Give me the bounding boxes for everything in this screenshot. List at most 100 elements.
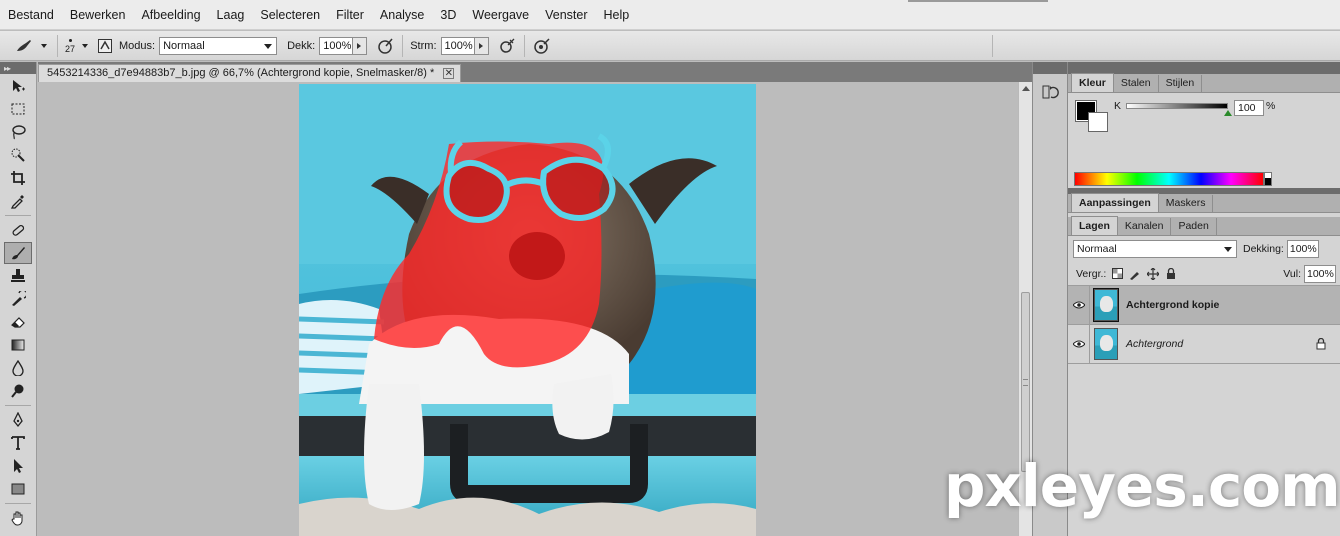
move-tool-icon[interactable] (4, 75, 32, 97)
layer-name[interactable]: Achtergrond kopie (1126, 299, 1219, 311)
lock-position-icon[interactable] (1146, 267, 1160, 281)
tab-kanalen[interactable]: Kanalen (1118, 218, 1172, 235)
layers-options: Normaal Dekking: 100% (1068, 236, 1340, 262)
document-tab-bar: 5453214336_d7e94883b7_b.jpg @ 66,7% (Ach… (38, 62, 1032, 82)
close-icon[interactable]: ✕ (443, 68, 455, 79)
k-slider[interactable] (1126, 103, 1228, 109)
menu-venster[interactable]: Venster (537, 0, 595, 30)
lock-pixels-icon[interactable] (1128, 267, 1142, 281)
brush-dot-icon (68, 39, 72, 42)
scrollbar-grip (1023, 379, 1028, 386)
toolbox: ▸▸ (0, 62, 37, 536)
blur-tool-icon[interactable] (4, 357, 32, 379)
crop-tool-icon[interactable] (4, 167, 32, 189)
background-color-swatch[interactable] (1088, 112, 1108, 132)
brush-size-picker[interactable]: 27 (65, 37, 75, 54)
pen-tool-icon[interactable] (4, 409, 32, 431)
pressure-opacity-icon[interactable] (373, 34, 397, 58)
menu-weergave[interactable]: Weergave (464, 0, 537, 30)
brush-panel-toggle-icon[interactable] (93, 34, 117, 58)
brush-tool-icon[interactable] (4, 242, 32, 264)
k-slider-handle[interactable] (1224, 110, 1232, 116)
layer-name[interactable]: Achtergrond (1126, 338, 1183, 350)
path-selection-tool-icon[interactable] (4, 455, 32, 477)
menu-help[interactable]: Help (596, 0, 638, 30)
watermark: pxleyes.com (944, 452, 1340, 520)
dock-strip-header[interactable] (1033, 62, 1067, 74)
scroll-up-arrow-icon[interactable] (1022, 86, 1030, 91)
tab-stalen[interactable]: Stalen (1114, 75, 1159, 92)
layer-opacity-input[interactable]: 100% (1286, 240, 1319, 258)
history-brush-tool-icon[interactable] (4, 288, 32, 310)
menu-afbeelding[interactable]: Afbeelding (133, 0, 208, 30)
scrollbar-thumb[interactable] (1021, 292, 1030, 472)
layer-opacity-label: Dekking: (1243, 243, 1284, 255)
toolbox-divider (5, 405, 31, 406)
toolbox-header[interactable]: ▸▸ (0, 62, 36, 74)
brush-preset-caret-icon[interactable] (41, 43, 47, 48)
tab-stijlen[interactable]: Stijlen (1159, 75, 1203, 92)
tab-kleur[interactable]: Kleur (1071, 73, 1114, 92)
tab-lagen[interactable]: Lagen (1071, 216, 1118, 235)
options-divider (402, 34, 404, 57)
lock-all-icon[interactable] (1164, 267, 1178, 281)
tab-paden[interactable]: Paden (1171, 218, 1217, 235)
layer-row-achtergrond-kopie[interactable]: Achtergrond kopie (1068, 285, 1340, 325)
history-panel-icon[interactable] (1037, 79, 1063, 105)
brush-size-caret-icon[interactable] (82, 43, 89, 48)
opacity-input[interactable]: 100% (319, 36, 354, 55)
lock-transparency-icon[interactable] (1110, 267, 1124, 281)
visibility-eye-icon[interactable] (1068, 285, 1090, 325)
menu-bewerken[interactable]: Bewerken (62, 0, 134, 30)
dodge-tool-icon[interactable] (4, 380, 32, 402)
menu-laag[interactable]: Laag (209, 0, 253, 30)
options-divider (523, 34, 525, 57)
airbrush-icon[interactable] (495, 34, 519, 58)
options-divider (57, 34, 58, 57)
healing-brush-tool-icon[interactable] (4, 219, 32, 241)
fill-label: Vul: (1283, 267, 1301, 280)
gradient-tool-icon[interactable] (4, 334, 32, 356)
opacity-slider-arrow-icon[interactable] (353, 36, 368, 55)
lasso-tool-icon[interactable] (4, 121, 32, 143)
layer-row-achtergrond[interactable]: Achtergrond (1068, 324, 1340, 364)
hand-tool-icon[interactable] (4, 507, 32, 529)
collapse-chevron-icon[interactable]: ▸▸ (4, 64, 11, 73)
brush-preset-icon[interactable] (12, 34, 36, 58)
document-tab[interactable]: 5453214336_d7e94883b7_b.jpg @ 66,7% (Ach… (38, 64, 462, 82)
toolbox-divider (5, 503, 31, 504)
mode-select[interactable]: Normaal (159, 36, 278, 55)
flow-input[interactable]: 100% (440, 36, 475, 55)
menu-analyse[interactable]: Analyse (372, 0, 432, 30)
tab-aanpassingen[interactable]: Aanpassingen (1071, 193, 1159, 212)
menu-bestand[interactable]: Bestand (0, 0, 62, 30)
blend-mode-select[interactable]: Normaal (1073, 240, 1237, 258)
eraser-tool-icon[interactable] (4, 311, 32, 333)
fill-input[interactable]: 100% (1304, 264, 1336, 283)
document-canvas-image[interactable] (299, 84, 756, 536)
type-tool-icon[interactable] (4, 432, 32, 454)
rectangle-tool-icon[interactable] (4, 478, 32, 500)
clone-stamp-tool-icon[interactable] (4, 265, 32, 287)
options-bar: 27 Modus: Normaal Dekk: 100% Strm: 100% (0, 31, 1340, 61)
layers-panel-tabs: Lagen Kanalen Paden (1068, 216, 1340, 236)
color-spectrum-bar[interactable] (1074, 172, 1264, 186)
opacity-label: Dekk: (287, 39, 316, 52)
lock-label: Vergr.: (1076, 267, 1107, 280)
k-value-input[interactable]: 100 (1234, 100, 1264, 116)
menu-filter[interactable]: Filter (328, 0, 372, 30)
mode-label: Modus: (119, 39, 156, 52)
lock-row: Vergr.: Vul: 100% (1068, 262, 1340, 286)
flow-slider-arrow-icon[interactable] (474, 36, 489, 55)
menu-3d[interactable]: 3D (432, 0, 464, 30)
pressure-size-icon[interactable] (530, 34, 554, 58)
options-divider (991, 34, 993, 57)
tab-maskers[interactable]: Maskers (1159, 195, 1214, 212)
eyedropper-tool-icon[interactable] (4, 190, 32, 212)
menu-strip (908, 0, 1048, 2)
quick-selection-tool-icon[interactable] (4, 144, 32, 166)
visibility-eye-icon[interactable] (1068, 324, 1090, 364)
black-white-swatch[interactable] (1264, 172, 1272, 186)
menu-selecteren[interactable]: Selecteren (252, 0, 328, 30)
marquee-tool-icon[interactable] (4, 98, 32, 120)
